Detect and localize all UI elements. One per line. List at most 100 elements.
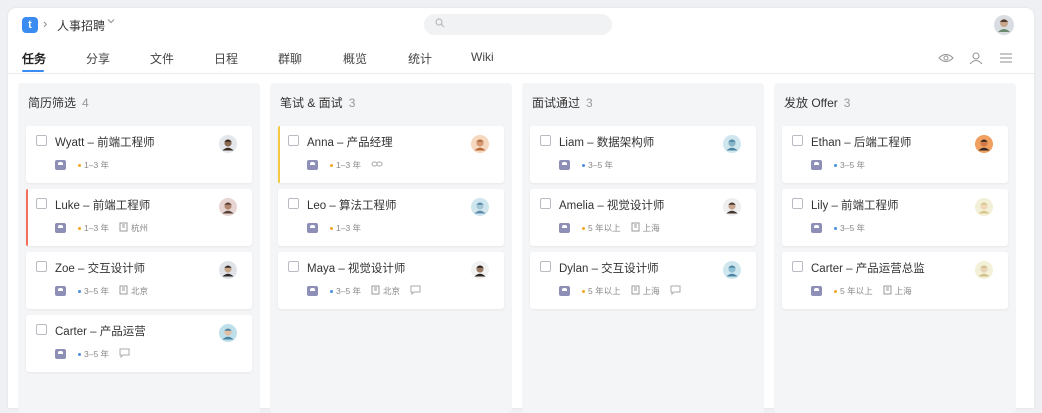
task-checkbox[interactable] [288, 135, 299, 146]
column-header: 发放 Offer 3 [784, 94, 850, 111]
assignee-avatar[interactable] [219, 198, 237, 219]
tab-overview[interactable]: 概览 [343, 50, 367, 67]
task-card[interactable]: Dylan – 交互设计师 5 年以上 上海 [530, 252, 756, 309]
tab-files[interactable]: 文件 [150, 50, 174, 67]
experience-label: 1–3 年 [84, 223, 110, 233]
member-icon[interactable] [968, 51, 984, 65]
eye-icon[interactable] [938, 51, 954, 65]
experience-dot [78, 352, 81, 356]
assignee-avatar[interactable] [723, 198, 741, 219]
task-card[interactable]: Ethan – 后端工程师 3–5 年 [782, 126, 1008, 183]
building-icon [371, 285, 380, 297]
link-icon[interactable] [371, 160, 383, 170]
assignee-avatar[interactable] [219, 324, 237, 345]
task-card[interactable]: Lily – 前端工程师 3–5 年 [782, 189, 1008, 246]
task-card[interactable]: Amelia – 视觉设计师 5 年以上 上海 [530, 189, 756, 246]
task-meta: 1–3 年 [307, 159, 383, 171]
column-count: 3 [843, 96, 851, 110]
candidate-icon [559, 160, 570, 170]
project-title[interactable]: 人事招聘 [57, 17, 105, 34]
assignee-avatar[interactable] [471, 261, 489, 282]
user-avatar[interactable] [994, 15, 1014, 38]
tab-group-chat[interactable]: 群聊 [278, 50, 302, 67]
assignee-avatar[interactable] [219, 135, 237, 156]
task-title: Carter – 产品运营总监 [811, 263, 925, 275]
task-title: Ethan – 后端工程师 [811, 137, 912, 149]
task-card[interactable]: Maya – 视觉设计师 3–5 年 北京 [278, 252, 504, 309]
task-card[interactable]: Carter – 产品运营总监 5 年以上 上海 [782, 252, 1008, 309]
task-checkbox[interactable] [36, 261, 47, 272]
task-card[interactable]: Leo – 算法工程师 1–3 年 [278, 189, 504, 246]
tab-share[interactable]: 分享 [86, 50, 110, 67]
task-card[interactable]: Liam – 数据架构师 3–5 年 [530, 126, 756, 183]
task-meta: 5 年以上 上海 [559, 285, 681, 297]
task-card[interactable]: Carter – 产品运营 3–5 年 [26, 315, 252, 372]
experience-label: 3–5 年 [840, 160, 866, 170]
column-count: 4 [82, 96, 89, 110]
tab-schedule[interactable]: 日程 [214, 50, 238, 67]
task-card[interactable]: Anna – 产品经理 1–3 年 [278, 126, 504, 183]
assignee-avatar[interactable] [219, 261, 237, 282]
search-input[interactable] [424, 14, 612, 35]
menu-icon[interactable] [998, 51, 1014, 65]
task-checkbox[interactable] [36, 324, 47, 335]
assignee-avatar[interactable] [471, 198, 489, 219]
task-meta: 1–3 年 杭州 [55, 222, 148, 234]
experience-label: 1–3 年 [84, 160, 110, 170]
task-meta: 3–5 年 北京 [307, 285, 421, 297]
column-title: 笔试 & 面试 [280, 96, 343, 110]
task-meta: 3–5 年 [811, 159, 865, 171]
experience-dot [582, 226, 585, 230]
experience-label: 3–5 年 [84, 286, 110, 296]
task-title: Liam – 数据架构师 [559, 137, 655, 149]
task-checkbox[interactable] [540, 261, 551, 272]
task-checkbox[interactable] [36, 135, 47, 146]
column-header: 面试通过 3 [532, 94, 593, 111]
assignee-avatar[interactable] [723, 261, 741, 282]
assignee-avatar[interactable] [975, 198, 993, 219]
task-title: Wyatt – 前端工程师 [55, 137, 155, 149]
task-checkbox[interactable] [288, 261, 299, 272]
task-checkbox[interactable] [792, 135, 803, 146]
task-checkbox[interactable] [540, 135, 551, 146]
task-title: Amelia – 视觉设计师 [559, 200, 665, 212]
assignee-avatar[interactable] [975, 135, 993, 156]
location-tag: 上海 [631, 222, 660, 234]
comment-icon[interactable] [119, 348, 130, 360]
task-checkbox[interactable] [36, 198, 47, 209]
task-title: Carter – 产品运营 [55, 326, 146, 338]
top-bar: t › 人事招聘 [8, 8, 1034, 42]
assignee-avatar[interactable] [723, 135, 741, 156]
task-checkbox[interactable] [792, 198, 803, 209]
assignee-avatar[interactable] [471, 135, 489, 156]
task-card[interactable]: Luke – 前端工程师 1–3 年 杭州 [26, 189, 252, 246]
tab-statistics[interactable]: 统计 [408, 50, 432, 67]
tab-wiki[interactable]: Wiki [471, 50, 494, 64]
app-logo-icon[interactable]: t [22, 17, 38, 33]
comment-icon[interactable] [410, 285, 421, 297]
comment-icon[interactable] [670, 285, 681, 297]
chevron-down-icon[interactable] [106, 16, 116, 29]
column-title: 简历筛选 [28, 96, 77, 110]
column-header: 笔试 & 面试 3 [280, 94, 355, 111]
location-label: 上海 [894, 286, 912, 296]
experience-tag: 5 年以上 [582, 222, 621, 234]
experience-tag: 1–3 年 [78, 159, 109, 171]
experience-label: 1–3 年 [336, 160, 362, 170]
task-checkbox[interactable] [792, 261, 803, 272]
building-icon [119, 285, 128, 297]
candidate-icon [811, 223, 822, 233]
task-card[interactable]: Zoe – 交互设计师 3–5 年 北京 [26, 252, 252, 309]
experience-tag: 1–3 年 [330, 222, 361, 234]
candidate-icon [55, 160, 66, 170]
experience-dot [78, 163, 81, 167]
experience-label: 3–5 年 [588, 160, 614, 170]
candidate-icon [811, 160, 822, 170]
tab-tasks[interactable]: 任务 [22, 50, 46, 67]
column-header: 简历筛选 4 [28, 94, 89, 111]
task-checkbox[interactable] [288, 198, 299, 209]
experience-tag: 1–3 年 [78, 222, 109, 234]
task-card[interactable]: Wyatt – 前端工程师 1–3 年 [26, 126, 252, 183]
task-checkbox[interactable] [540, 198, 551, 209]
assignee-avatar[interactable] [975, 261, 993, 282]
